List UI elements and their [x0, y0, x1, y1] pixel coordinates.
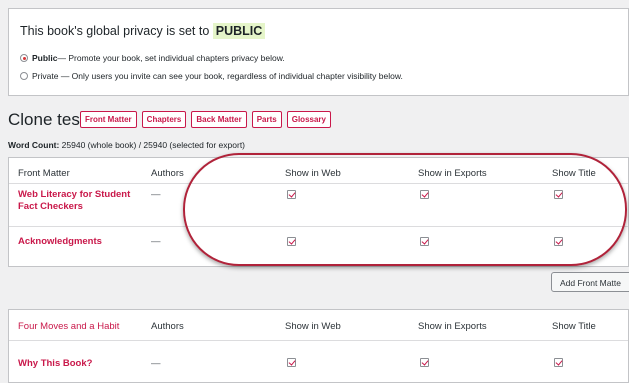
col-header-show-in-exports: Show in Exports — [418, 321, 487, 332]
show-title-checkbox[interactable] — [554, 358, 563, 367]
col-header-show-title: Show Title — [552, 321, 596, 332]
privacy-prefix: This book's global privacy is set to — [20, 24, 213, 38]
part-table: Four Moves and a Habit Authors Show in W… — [8, 309, 629, 383]
tab-chapters[interactable]: Chapters — [141, 111, 187, 128]
word-count-label: Word Count: — [8, 140, 60, 150]
header-divider — [9, 340, 628, 341]
tab-parts[interactable]: Parts — [251, 111, 282, 128]
highlight-ring — [183, 153, 627, 266]
radio-private-text: Private — Only users you invite can see … — [32, 71, 403, 81]
public-badge: PUBLIC — [212, 23, 266, 39]
row-title-link[interactable]: Why This Book? — [18, 358, 92, 370]
radio-public-bold: Public — [32, 53, 58, 63]
show-in-exports-checkbox[interactable] — [420, 358, 429, 367]
radio-private[interactable]: Private — Only users you invite can see … — [20, 71, 403, 81]
book-title: Clone test — [8, 110, 85, 129]
radio-public-text: — Promote your book, set individual chap… — [57, 53, 285, 63]
word-count: Word Count: 25940 (whole book) / 25940 (… — [8, 140, 245, 150]
tab-back-matter[interactable]: Back Matter — [191, 111, 247, 128]
show-in-web-checkbox[interactable] — [287, 358, 296, 367]
col-header-authors: Authors — [151, 321, 184, 332]
add-front-matter-button[interactable]: Add Front Matte — [551, 272, 629, 292]
row-authors: — — [151, 236, 161, 247]
col-header-front-matter: Front Matter — [18, 168, 70, 179]
col-header-show-in-web: Show in Web — [285, 321, 341, 332]
col-header-authors: Authors — [151, 168, 184, 179]
radio-public[interactable]: Public — Promote your book, set individu… — [20, 53, 285, 63]
part-title-link[interactable]: Four Moves and a Habit — [18, 321, 119, 332]
radio-public-circle[interactable] — [20, 54, 28, 62]
row-title-link[interactable]: Web Literacy for Student Fact Checkers — [18, 189, 138, 213]
word-count-value: 25940 (whole book) / 25940 (selected for… — [59, 140, 246, 150]
privacy-status-text: This book's global privacy is set to PUB… — [20, 23, 266, 39]
tab-glossary[interactable]: Glossary — [286, 111, 331, 128]
row-authors: — — [151, 358, 161, 369]
radio-private-circle[interactable] — [20, 72, 28, 80]
section-tabs: Front Matter Chapters Back Matter Parts … — [80, 111, 331, 128]
row-title-link[interactable]: Acknowledgments — [18, 236, 102, 248]
row-authors: — — [151, 189, 161, 200]
privacy-panel: This book's global privacy is set to PUB… — [8, 8, 629, 96]
tab-front-matter[interactable]: Front Matter — [80, 111, 137, 128]
